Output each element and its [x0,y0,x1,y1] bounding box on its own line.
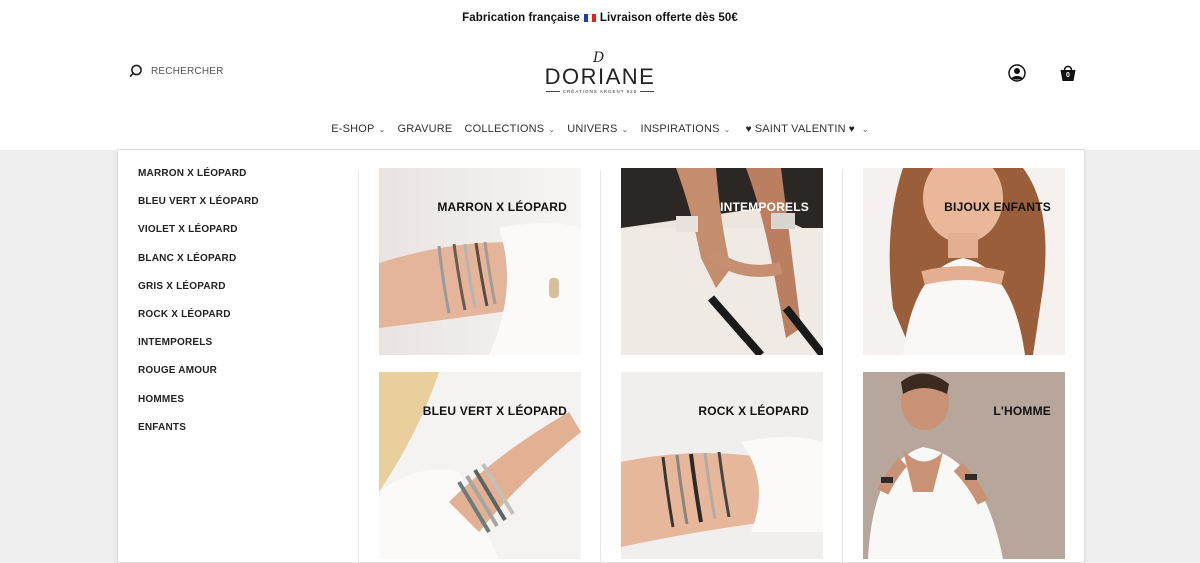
chevron-down-icon: ⌄ [548,124,556,134]
menu-link-gris-leopard[interactable]: GRIS X LÉOPARD [138,279,358,307]
nav-label: GRAVURE [397,123,453,135]
search-button[interactable]: RECHERCHER [129,64,224,78]
announcement-bar: Fabrication française Livraison offerte … [0,0,1200,36]
tile-label: INTEMPORELS [720,200,809,214]
cart-count-badge: 0 [1066,72,1070,79]
nav-item-inspirations[interactable]: INSPIRATIONS ⌄ [640,123,730,135]
menu-link-marron-leopard[interactable]: MARRON X LÉOPARD [138,166,358,194]
main-navigation: E-SHOP ⌄ GRAVURE COLLECTIONS ⌄ UNIVERS ⌄… [0,119,1200,139]
collection-tile-lhomme[interactable]: L'HOMME [863,372,1065,559]
menu-divider [842,170,843,563]
bracelet-wrist-photo [379,168,581,355]
collection-tile-bleu-vert-leopard[interactable]: BLEU VERT X LÉOPARD [379,372,581,559]
menu-divider [358,170,359,563]
collection-tile-rock-leopard[interactable]: ROCK X LÉOPARD [621,372,823,559]
collection-tile-intemporels[interactable]: INTEMPORELS [621,168,823,355]
france-flag-icon [583,14,596,22]
nav-item-collections[interactable]: COLLECTIONS ⌄ [464,123,555,135]
menu-link-blanc-leopard[interactable]: BLANC X LÉOPARD [138,251,358,279]
account-icon[interactable] [1008,64,1026,82]
child-portrait-photo [863,168,1065,355]
collection-tile-marron-leopard[interactable]: MARRON X LÉOPARD [379,168,581,355]
arm-bracelets-photo [621,372,823,559]
announcement-text-free-shipping: Livraison offerte dès 50€ [599,12,738,24]
nav-item-eshop[interactable]: E-SHOP ⌄ [331,123,385,135]
tile-label: BIJOUX ENFANTS [944,200,1051,214]
chevron-down-icon: ⌄ [861,124,869,134]
menu-link-hommes[interactable]: HOMMES [138,392,358,420]
logo-name: DORIANE [544,64,656,89]
nav-label: E-SHOP [331,123,375,135]
blonde-wrist-bracelets-photo [379,372,581,559]
nav-label: UNIVERS [567,123,618,135]
nav-label: INSPIRATIONS [640,123,720,135]
menu-link-rouge-amour[interactable]: ROUGE AMOUR [138,363,358,391]
nav-item-saint-valentin[interactable]: ♥ SAINT VALENTIN ♥ ⌄ [743,123,869,135]
heart-icon: ♥ [848,123,855,135]
nav-item-univers[interactable]: UNIVERS ⌄ [567,123,628,135]
chevron-down-icon: ⌄ [723,124,731,134]
nav-label: SAINT VALENTIN [754,123,846,135]
menu-link-bleu-vert-leopard[interactable]: BLEU VERT X LÉOPARD [138,194,358,222]
menu-link-intemporels[interactable]: INTEMPORELS [138,335,358,363]
tile-label: BLEU VERT X LÉOPARD [422,404,567,418]
chevron-down-icon: ⌄ [621,124,629,134]
collection-tile-bijoux-enfants[interactable]: BIJOUX ENFANTS [863,168,1065,355]
search-icon [129,64,142,77]
tile-label: L'HOMME [993,404,1051,418]
site-logo[interactable]: D DORIANE CRÉATIONS ARGENT 925 [540,50,660,98]
menu-link-rock-leopard[interactable]: ROCK X LÉOPARD [138,307,358,335]
legs-hands-bracelets-photo [621,168,823,355]
tile-label: MARRON X LÉOPARD [437,200,567,214]
menu-divider [600,170,601,563]
search-label: RECHERCHER [151,65,224,77]
collection-links-list: MARRON X LÉOPARD BLEU VERT X LÉOPARD VIO… [138,166,358,448]
heart-icon: ♥ [745,123,752,135]
nav-item-gravure[interactable]: GRAVURE [397,123,452,135]
collections-mega-menu: MARRON X LÉOPARD BLEU VERT X LÉOPARD VIO… [117,149,1085,563]
menu-link-enfants[interactable]: ENFANTS [138,420,358,448]
nav-label: COLLECTIONS [464,123,545,135]
menu-link-violet-leopard[interactable]: VIOLET X LÉOPARD [138,222,358,250]
man-portrait-photo [863,372,1065,559]
tile-label: ROCK X LÉOPARD [698,404,809,418]
chevron-down-icon: ⌄ [378,124,386,134]
logo-tagline: CRÉATIONS ARGENT 925 [540,89,660,94]
announcement-text-made-in-france: Fabrication française [462,12,580,24]
